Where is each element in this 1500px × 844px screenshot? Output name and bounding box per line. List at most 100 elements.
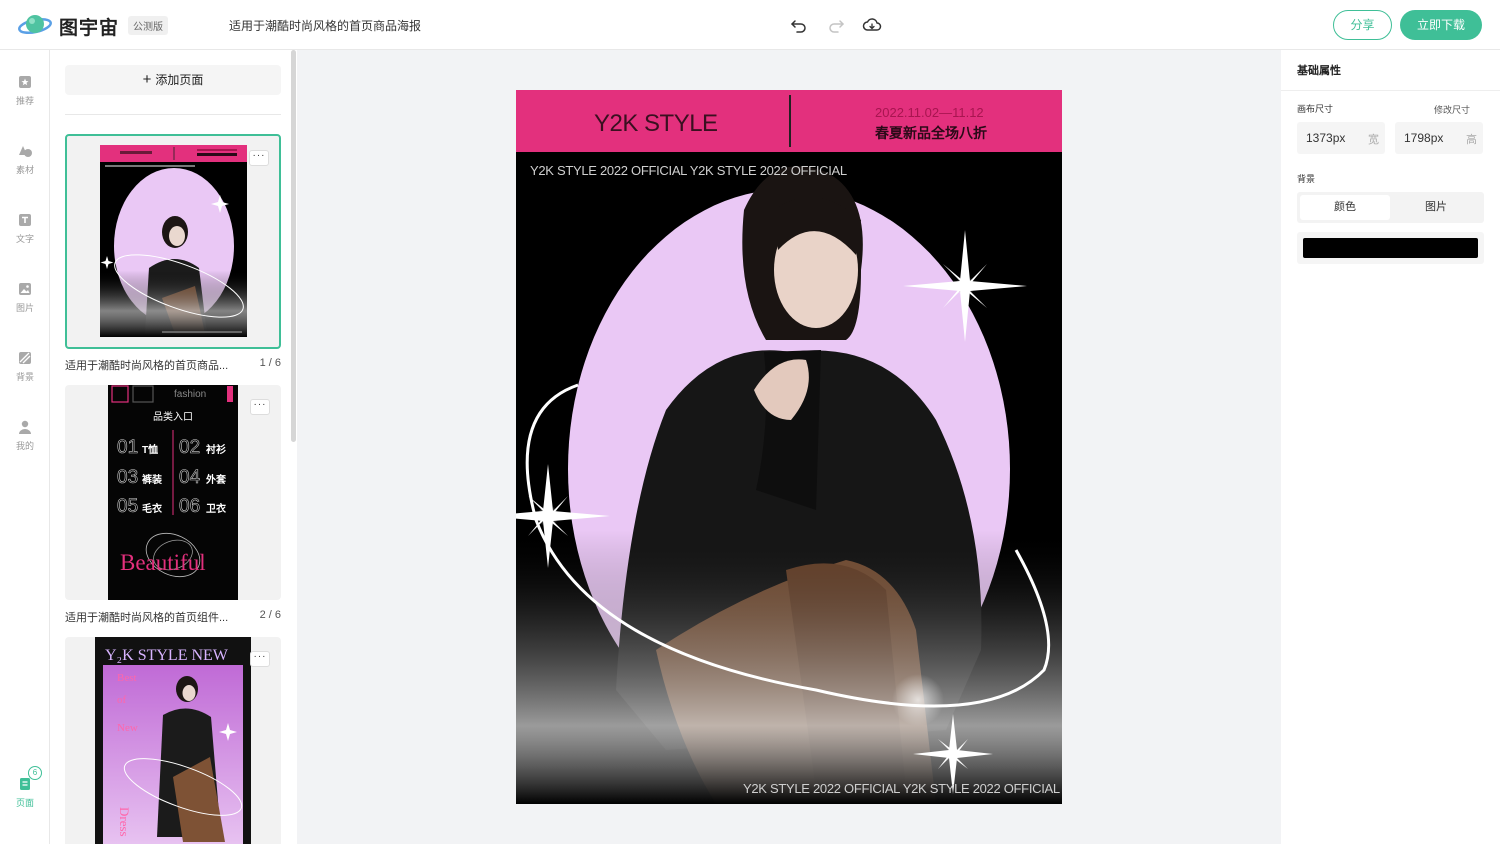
undo-icon[interactable] [789,15,809,35]
poster-date[interactable]: 2022.11.02—11.12 [875,105,984,120]
sidebar-item-materials[interactable]: 素材 [0,143,50,176]
sidebar-item-label: 素材 [15,165,34,175]
tab-image[interactable]: 图片 [1391,195,1481,220]
thumb2-fashion: fashion [174,389,206,400]
pages-panel: + 添加页面 ··· 适用于潮酷时尚风格的首页商品... 1 / 6 fashi… [50,50,297,844]
thumb2-name-4: 外套 [205,473,227,486]
thumb2-name-2: 衬衫 [206,443,226,456]
page-thumbnail-2[interactable]: fashion 品类入口 01 T恤 02 衬衫 03 裤装 04 外套 05 … [65,385,281,600]
thumb2-name-1: T恤 [142,443,158,456]
canvas-area: Y2K STYLE 2022.11.02—11.12 春夏新品全场八折 Y2K … [297,50,1281,844]
thumb2-script: Beautiful [120,550,206,575]
sidebar-item-label: 背景 [15,372,34,382]
add-page-button[interactable]: + 添加页面 [65,65,281,95]
page-1-more-button[interactable]: ··· [249,150,269,166]
page-1-name: 适用于潮酷时尚风格的首页商品... [65,360,229,372]
sidebar-item-label: 图片 [15,303,34,313]
thumb3-line-2: of [117,694,127,706]
background-color-picker[interactable] [1297,232,1484,264]
thumb3-line-3: New [117,722,138,734]
add-page-label: 添加页面 [155,73,204,87]
width-field[interactable]: 1373px 宽 [1297,122,1385,154]
page-thumbnail-1[interactable]: ··· [65,134,281,349]
planet-logo-icon[interactable] [18,12,52,38]
divider [65,114,281,115]
sidebar-item-label: 页面 [15,798,34,808]
recommend-icon [19,76,31,88]
page-3-more-button[interactable]: ··· [250,651,270,667]
thumb2-name-3: 裤装 [142,473,162,486]
user-icon [19,420,31,434]
poster-sale-text[interactable]: 春夏新品全场八折 [875,123,987,143]
pages-scrollbar[interactable] [291,50,296,442]
download-button[interactable]: 立即下载 [1400,10,1482,40]
sidebar-item-mine[interactable]: 我的 [0,419,50,452]
properties-heading: 基础属性 [1297,65,1341,77]
shapes-icon [19,146,32,157]
poster-brand[interactable]: Y2K STYLE [594,110,718,138]
page-1-index: 1 / 6 [259,357,281,369]
poster-canvas[interactable]: Y2K STYLE 2022.11.02—11.12 春夏新品全场八折 Y2K … [516,90,1062,804]
background-type-toggle: 颜色 图片 [1297,192,1484,223]
sidebar-item-label: 文字 [15,234,34,244]
thumb2-num-6: 06 [179,496,200,517]
top-bar: 图宇宙 公测版 适用于潮酷时尚风格的首页商品海报 分享 立即下载 [0,0,1500,50]
properties-panel: 基础属性 画布尺寸 修改尺寸 1373px 宽 1798px 高 背景 颜色 图… [1281,50,1500,844]
page-2-more-button[interactable]: ··· [250,399,270,415]
poster-header-divider [789,95,791,147]
page-2-name: 适用于潮酷时尚风格的首页组件... [65,612,229,624]
width-unit: 宽 [1368,134,1379,146]
glow-orb [892,674,944,726]
sidebar-item-recommend[interactable]: 推荐 [0,74,50,107]
pages-count-badge: 6 [28,766,42,780]
background-icon [19,352,31,364]
cloud-save-icon[interactable] [862,15,882,35]
thumb2-num-1: 01 [117,437,138,458]
thumb2-heading: 品类入口 [153,410,193,423]
thumb2-name-5: 毛衣 [142,502,162,515]
thumb2-name-6: 卫衣 [206,502,226,515]
canvas-size-label: 画布尺寸 [1297,104,1334,114]
background-color-swatch[interactable] [1303,238,1478,258]
height-field[interactable]: 1798px 高 [1395,122,1483,154]
sidebar-item-background[interactable]: 背景 [0,350,50,383]
height-unit: 高 [1466,134,1477,146]
page-1-preview [100,145,247,337]
poster-artwork [516,152,1062,804]
thumb2-num-3: 03 [117,467,138,488]
background-label: 背景 [1297,174,1316,184]
width-value: 1373px [1306,131,1346,145]
plus-icon: + [142,71,152,88]
share-button[interactable]: 分享 [1333,10,1392,40]
image-icon [19,283,31,295]
poster-header[interactable]: Y2K STYLE 2022.11.02—11.12 春夏新品全场八折 [516,90,1062,152]
poster-strip-bottom[interactable]: Y2K STYLE 2022 OFFICIAL Y2K STYLE 2022 O… [743,781,1060,796]
page-3-preview: Y₂K STYLE NEW Best of New Dress [95,637,251,844]
redo-icon[interactable] [826,15,846,35]
divider [1281,90,1500,91]
page-thumbnail-3[interactable]: Y₂K STYLE NEW Best of New Dress ··· [65,637,281,844]
resize-link[interactable]: 修改尺寸 [1434,103,1470,116]
text-icon [19,214,31,226]
thumb2-num-2: 02 [179,437,200,458]
bottom-fade [516,152,1062,804]
document-title[interactable]: 适用于潮酷时尚风格的首页商品海报 [229,17,421,34]
brand-name[interactable]: 图宇宙 [59,13,119,40]
thumb3-title: Y₂K STYLE NEW [105,647,229,664]
thumb3-dress: Dress [117,807,132,837]
sidebar-item-images[interactable]: 图片 [0,281,50,314]
sidebar-item-pages[interactable]: 6 页面 [0,766,50,809]
poster-strip-top[interactable]: Y2K STYLE 2022 OFFICIAL Y2K STYLE 2022 O… [530,163,847,178]
thumb2-num-4: 04 [179,467,201,488]
tab-color[interactable]: 颜色 [1300,195,1390,220]
page-2-preview: fashion 品类入口 01 T恤 02 衬衫 03 裤装 04 外套 05 … [108,385,238,600]
left-sidebar: 推荐 素材 文字 图片 背景 我的 6 页面 [0,50,50,844]
sidebar-item-label: 我的 [15,441,34,451]
thumb2-num-5: 05 [117,496,138,517]
beta-badge: 公测版 [128,16,168,35]
sidebar-item-label: 推荐 [15,96,34,106]
thumb3-line-1: Best [117,672,137,684]
sidebar-item-text[interactable]: 文字 [0,212,50,245]
height-value: 1798px [1404,131,1444,145]
page-2-index: 2 / 6 [259,609,281,621]
